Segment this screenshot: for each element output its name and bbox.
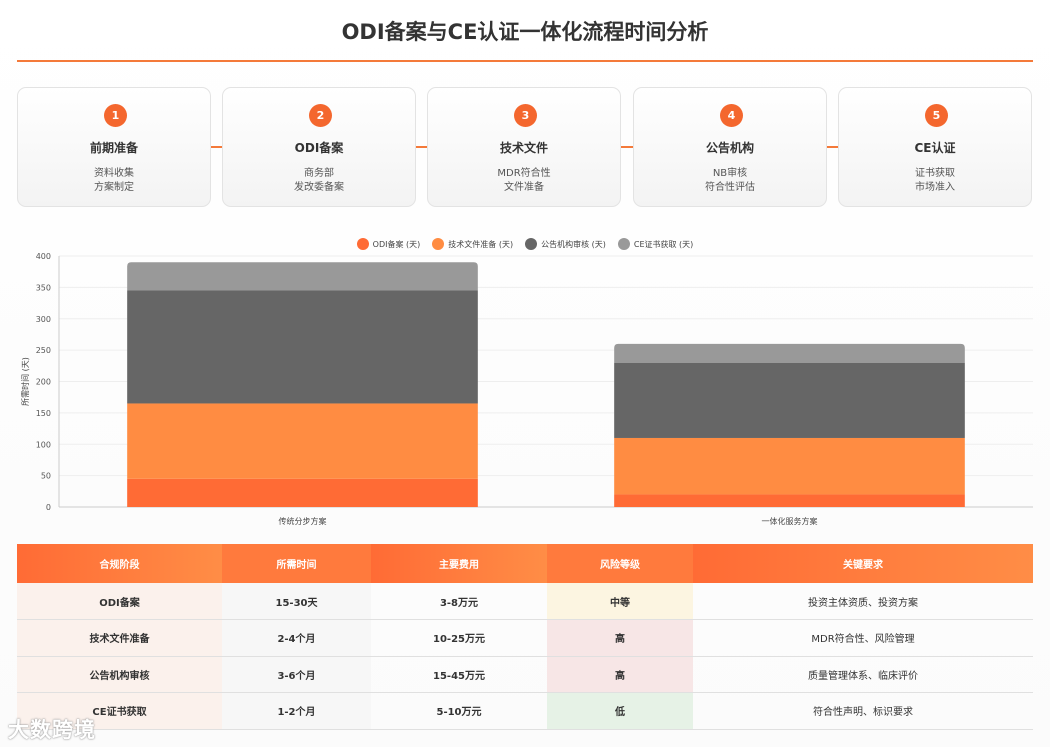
step-title: 前期准备 xyxy=(89,141,138,155)
time-cell: 15-30天 xyxy=(222,583,371,620)
bar-segment xyxy=(127,478,478,507)
step-desc: 方案制定 xyxy=(94,182,134,193)
step-desc: NB审核 xyxy=(712,168,748,179)
table-row: CE证书获取 1-2个月 5-10万元 低 符合性声明、标识要求 xyxy=(17,692,1033,730)
step-number: 5 xyxy=(925,104,948,127)
y-tick-label: 150 xyxy=(36,409,51,418)
time-cell: 3-6个月 xyxy=(222,656,371,693)
risk-cell: 高 xyxy=(547,656,693,693)
time-cell: 1-2个月 xyxy=(222,692,371,730)
requirements-table: 合规阶段 所需时间 主要费用 风险等级 关键要求 ODI备案 15-30天 3-… xyxy=(17,544,1033,730)
step-desc: MDR符合性 xyxy=(497,168,551,179)
cost-cell: 15-45万元 xyxy=(371,656,547,693)
column-header: 合规阶段 xyxy=(17,544,222,583)
step-desc: 符合性评估 xyxy=(705,182,755,193)
step-card-4: 4 公告机构 NB审核 符合性评估 xyxy=(633,87,827,207)
stage-cell: 技术文件准备 xyxy=(17,619,222,657)
step-desc: 发改委备案 xyxy=(294,182,344,193)
step-desc: 市场准入 xyxy=(915,182,955,193)
step-desc: 资料收集 xyxy=(94,168,134,179)
column-header: 主要费用 xyxy=(371,544,547,583)
watermark-logo: 大数跨境 xyxy=(8,718,96,742)
bar-segment xyxy=(127,403,478,479)
stage-cell: 公告机构审核 xyxy=(17,656,222,693)
risk-cell: 中等 xyxy=(547,583,693,620)
key-requirement-cell: 符合性声明、标识要求 xyxy=(693,692,1033,730)
stacked-bar-chart: 0 50 100 150 200 250 300 350 400 所需时间 (天) 传统分步方案 一体… xyxy=(20,252,1033,526)
risk-cell: 高 xyxy=(547,619,693,657)
bar-segment xyxy=(614,494,965,507)
y-tick-label: 50 xyxy=(41,472,51,481)
step-title: 公告机构 xyxy=(705,141,754,155)
title-divider xyxy=(17,60,1033,62)
step-title: 技术文件 xyxy=(499,141,548,155)
step-desc: 文件准备 xyxy=(504,182,544,193)
x-tick-label: 一体化服务方案 xyxy=(762,516,818,526)
table-header-row: 合规阶段 所需时间 主要费用 风险等级 关键要求 xyxy=(17,544,1033,583)
key-requirement-cell: 投资主体资质、投资方案 xyxy=(693,583,1033,620)
step-title: ODI备案 xyxy=(294,141,344,155)
x-tick-label: 传统分步方案 xyxy=(279,516,327,526)
y-tick-label: 400 xyxy=(36,252,51,261)
step-number: 2 xyxy=(309,104,332,127)
column-header: 风险等级 xyxy=(547,544,693,583)
cost-cell: 3-8万元 xyxy=(371,583,547,620)
step-card-2: 2 ODI备案 商务部 发改委备案 xyxy=(222,87,416,207)
stage-cell: ODI备案 xyxy=(17,583,222,620)
key-requirement-cell: MDR符合性、风险管理 xyxy=(693,619,1033,657)
y-tick-label: 350 xyxy=(36,283,51,292)
risk-cell: 低 xyxy=(547,692,693,730)
cost-cell: 10-25万元 xyxy=(371,619,547,657)
y-tick-label: 0 xyxy=(46,503,51,512)
step-desc: 商务部 xyxy=(304,168,334,179)
y-tick-label: 100 xyxy=(36,440,51,449)
y-tick-label: 250 xyxy=(36,346,51,355)
step-number: 3 xyxy=(514,104,537,127)
process-steps: 1 前期准备 资料收集 方案制定 2 ODI备案 商务部 发改委备案 3 技术文… xyxy=(17,87,1033,207)
bar-segment xyxy=(614,437,965,495)
step-card-5: 5 CE认证 证书获取 市场准入 xyxy=(838,87,1032,207)
cost-cell: 5-10万元 xyxy=(371,692,547,730)
step-card-1: 1 前期准备 资料收集 方案制定 xyxy=(17,87,211,207)
step-number: 4 xyxy=(720,104,743,127)
bar-segment xyxy=(614,362,965,438)
step-title: CE认证 xyxy=(914,141,956,155)
table-row: 公告机构审核 3-6个月 15-45万元 高 质量管理体系、临床评价 xyxy=(17,656,1033,693)
column-header: 所需时间 xyxy=(222,544,371,583)
step-desc: 证书获取 xyxy=(915,168,955,179)
bar-segment xyxy=(614,343,965,363)
step-connector xyxy=(621,146,633,148)
bar-segment xyxy=(127,262,478,291)
step-card-3: 3 技术文件 MDR符合性 文件准备 xyxy=(427,87,621,207)
key-requirement-cell: 质量管理体系、临床评价 xyxy=(693,656,1033,693)
table-row: 技术文件准备 2-4个月 10-25万元 高 MDR符合性、风险管理 xyxy=(17,619,1033,657)
bar-segment xyxy=(127,290,478,404)
step-number: 1 xyxy=(104,104,127,127)
y-axis-label: 所需时间 (天) xyxy=(20,357,30,406)
y-tick-label: 300 xyxy=(36,315,51,324)
page-title: ODI备案与CE认证一体化流程时间分析 xyxy=(341,20,709,44)
table-row: ODI备案 15-30天 3-8万元 中等 投资主体资质、投资方案 xyxy=(17,583,1033,620)
y-tick-label: 200 xyxy=(36,378,51,387)
time-cell: 2-4个月 xyxy=(222,619,371,657)
column-header: 关键要求 xyxy=(693,544,1033,583)
